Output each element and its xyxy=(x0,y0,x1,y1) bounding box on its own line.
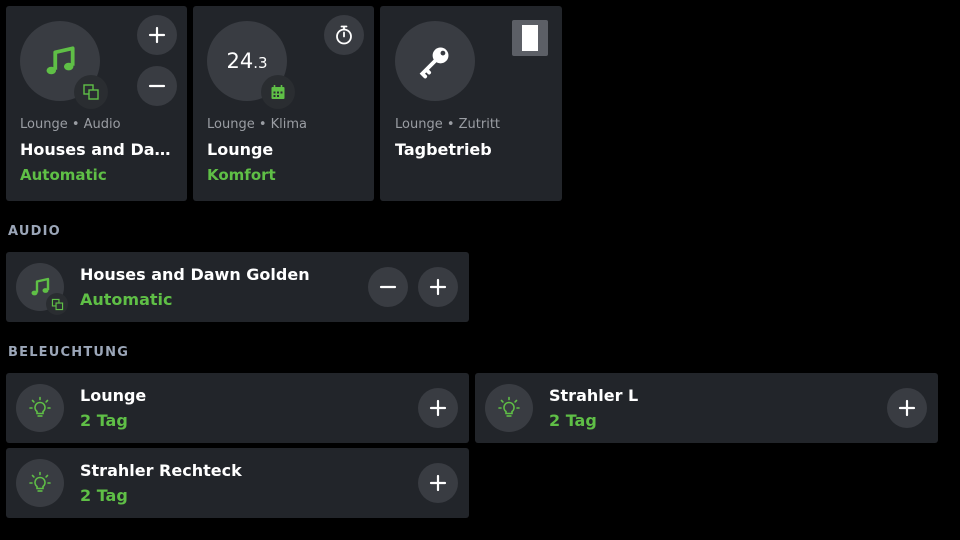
tile-status: Automatic xyxy=(20,166,107,184)
tile-subtitle: Lounge • Klima xyxy=(207,117,308,132)
temperature-value: 24 xyxy=(226,49,254,73)
increase-button[interactable] xyxy=(887,388,927,428)
lightbulb-icon xyxy=(16,384,64,432)
list-item-title: Strahler Rechteck xyxy=(80,461,242,480)
tile-title: Lounge xyxy=(207,140,274,159)
lightbulb-icon xyxy=(485,384,533,432)
list-item[interactable]: Houses and Dawn Golden Automatic xyxy=(6,252,469,322)
tile-title: Tagbetrieb xyxy=(395,140,492,159)
lightbulb-icon xyxy=(16,459,64,507)
group-icon xyxy=(74,75,108,109)
volume-down-button[interactable] xyxy=(368,267,408,307)
timer-button[interactable] xyxy=(324,15,364,55)
list-item-status: 2 Tag xyxy=(80,411,128,430)
timer-icon xyxy=(336,25,352,45)
section-label-audio: AUDIO xyxy=(8,224,61,239)
section-label-lighting: BELEUCHTUNG xyxy=(8,345,130,360)
list-item-status: 2 Tag xyxy=(80,486,128,505)
tile-subtitle: Lounge • Zutritt xyxy=(395,117,501,132)
list-item-title: Strahler L xyxy=(549,386,639,405)
tile-climate[interactable]: 24.3 Lounge • Klima Lounge Komfort xyxy=(193,6,374,201)
key-icon xyxy=(395,21,475,101)
list-item[interactable]: Strahler L 2 Tag xyxy=(475,373,938,443)
list-item[interactable]: Lounge 2 Tag xyxy=(6,373,469,443)
list-item-title: Houses and Dawn Golden xyxy=(80,265,310,284)
list-item[interactable]: Strahler Rechteck 2 Tag xyxy=(6,448,469,518)
volume-up-button[interactable] xyxy=(418,267,458,307)
increase-button[interactable] xyxy=(418,463,458,503)
tile-status: Komfort xyxy=(207,166,276,184)
increase-button[interactable] xyxy=(418,388,458,428)
door-icon xyxy=(522,25,538,51)
volume-down-button[interactable] xyxy=(137,66,177,106)
list-item-title: Lounge xyxy=(80,386,147,405)
list-item-status: Automatic xyxy=(80,290,173,309)
tile-audio[interactable]: Lounge • Audio Houses and Daw… Automatic xyxy=(6,6,187,201)
calendar-icon xyxy=(261,75,295,109)
list-item-status: 2 Tag xyxy=(549,411,597,430)
door-button[interactable] xyxy=(512,20,548,56)
group-icon xyxy=(46,293,68,315)
temperature-decimal: .3 xyxy=(253,54,268,72)
volume-up-button[interactable] xyxy=(137,15,177,55)
tile-title: Houses and Daw… xyxy=(20,140,180,159)
tile-access[interactable]: Lounge • Zutritt Tagbetrieb xyxy=(380,6,562,201)
tile-subtitle: Lounge • Audio xyxy=(20,117,121,132)
